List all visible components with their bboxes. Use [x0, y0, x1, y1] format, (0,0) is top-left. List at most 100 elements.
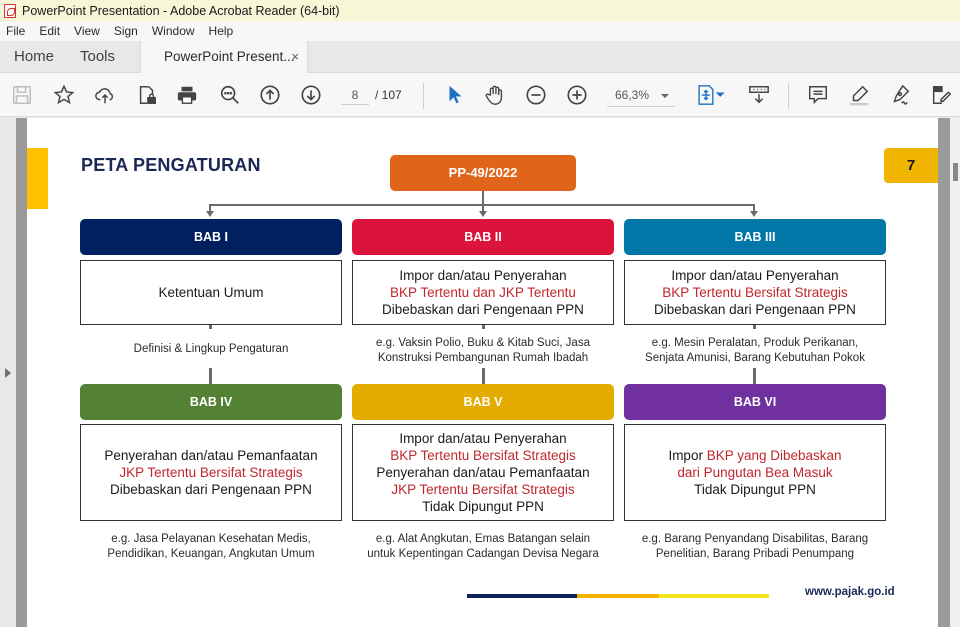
menu-edit[interactable]: Edit — [39, 24, 60, 38]
fill-sign-icon[interactable] — [929, 83, 953, 107]
connector-line — [482, 368, 485, 384]
left-panel-toggle[interactable] — [0, 118, 16, 627]
bab-vi-example: e.g. Barang Penyandang Disabilitas, Bara… — [624, 532, 886, 562]
bab-i-header: BAB I — [80, 219, 342, 255]
pdf-page: PETA PENGATURAN 7 PP-49/2022 BAB I Keten… — [27, 118, 938, 627]
sign-icon[interactable] — [888, 83, 912, 107]
content-line: Dibebaskan dari Pengenaan PPN — [654, 302, 856, 317]
menu-file[interactable]: File — [6, 24, 25, 38]
arrow-down-icon — [206, 211, 214, 217]
content-line: Dibebaskan dari Pengenaan PPN — [382, 302, 584, 317]
zoom-out-icon[interactable] — [524, 83, 548, 107]
bab-i-example: Definisi & Lingkup Pengaturan — [80, 342, 342, 357]
select-cursor-icon[interactable] — [443, 83, 467, 107]
footer-bar-orange — [577, 594, 659, 598]
footer-bar-navy — [467, 594, 577, 598]
save-icon[interactable] — [10, 83, 34, 107]
protect-file-icon[interactable] — [135, 83, 159, 107]
bab-ii-example: e.g. Vaksin Polio, Buku & Kitab Suci, Ja… — [352, 336, 614, 366]
content-text: Impor — [668, 448, 707, 463]
find-zoom-icon[interactable] — [218, 83, 242, 107]
example-line: Definisi & Lingkup Pengaturan — [133, 343, 289, 355]
slide-title: PETA PENGATURAN — [81, 155, 261, 175]
content-line: Tidak Dipungut PPN — [694, 482, 816, 497]
bab-vi-header: BAB VI — [624, 384, 886, 420]
tab-document-label: PowerPoint Present... — [164, 49, 295, 64]
highlighted-line: BKP Tertentu Bersifat Strategis — [662, 285, 848, 300]
page-total: / 107 — [375, 88, 402, 102]
next-page-icon[interactable] — [299, 83, 323, 107]
toolbar: 8 / 107 66,3% — [0, 73, 960, 117]
zoom-level-dropdown[interactable]: 66,3% — [607, 85, 675, 107]
bab-i-content: Ketentuan Umum — [80, 260, 342, 325]
bab-iv-header: BAB IV — [80, 384, 342, 420]
highlighted-line: BKP Tertentu dan JKP Tertentu — [390, 285, 576, 300]
footer-url[interactable]: www.pajak.go.id — [805, 586, 895, 598]
window-title: PowerPoint Presentation - Adobe Acrobat … — [22, 3, 340, 18]
fit-page-icon[interactable] — [694, 83, 728, 107]
content-line: Dibebaskan dari Pengenaan PPN — [110, 482, 312, 497]
highlighted-line: dari Pungutan Bea Masuk — [677, 465, 833, 480]
connector-line — [209, 368, 212, 384]
accent-bar — [27, 148, 48, 209]
highlight-icon[interactable] — [847, 83, 871, 107]
content-line: Impor dan/atau Penyerahan — [671, 268, 839, 283]
bab-v-header: BAB V — [352, 384, 614, 420]
comment-icon[interactable] — [806, 83, 830, 107]
bab-ii-content: Impor dan/atau Penyerahan BKP Tertentu da… — [352, 260, 614, 325]
hand-tool-icon[interactable] — [483, 83, 507, 107]
bab-iii-example: e.g. Mesin Peralatan, Produk Perikanan, S… — [624, 336, 886, 366]
tab-tools[interactable]: Tools — [80, 41, 115, 73]
content-line: Impor dan/atau Penyerahan — [399, 268, 567, 283]
tab-document[interactable]: PowerPoint Present... × — [140, 41, 308, 74]
zoom-level-value: 66,3% — [615, 88, 650, 102]
menu-view[interactable]: View — [74, 24, 100, 38]
scrollbar-thumb[interactable] — [953, 163, 958, 181]
document-viewer: PETA PENGATURAN 7 PP-49/2022 BAB I Keten… — [0, 118, 960, 627]
page-gutter-left — [16, 118, 27, 627]
content-line: Tidak Dipungut PPN — [422, 499, 544, 514]
acrobat-pdf-icon — [4, 3, 16, 18]
content-line: Penyerahan dan/atau Pemanfaatan — [104, 448, 318, 463]
zoom-in-icon[interactable] — [565, 83, 589, 107]
arrow-down-icon — [479, 211, 487, 217]
example-line: Pendidikan, Keuangan, Angkutan Umum — [107, 548, 315, 560]
highlighted-line: JKP Tertentu Bersifat Strategis — [119, 465, 303, 480]
content-line: Impor BKP yang Dibebaskan — [668, 447, 841, 464]
expand-panel-icon[interactable] — [5, 368, 11, 378]
bab-iii-content: Impor dan/atau Penyerahan BKP Tertentu Be… — [624, 260, 886, 325]
toolbar-divider — [423, 83, 424, 109]
highlighted-line: JKP Tertentu Bersifat Strategis — [391, 482, 575, 497]
page-gutter-right — [938, 118, 950, 627]
vertical-scrollbar[interactable] — [950, 118, 960, 627]
example-line: Konstruksi Pembangunan Rumah Ibadah — [377, 352, 589, 364]
bab-v-example: e.g. Alat Angkutan, Emas Batangan selain… — [352, 532, 614, 562]
scrolling-mode-icon[interactable] — [747, 83, 771, 107]
menu-sign[interactable]: Sign — [114, 24, 138, 38]
menu-window[interactable]: Window — [152, 24, 195, 38]
close-tab-icon[interactable]: × — [291, 41, 299, 73]
bab-ii-header: BAB II — [352, 219, 614, 255]
bookmark-star-icon[interactable] — [52, 83, 76, 107]
root-node-pp-49-2022: PP-49/2022 — [390, 155, 576, 191]
footer-bar-yellow — [659, 594, 769, 598]
highlighted-text: BKP yang Dibebaskan — [706, 448, 842, 463]
example-line: e.g. Vaksin Polio, Buku & Kitab Suci, Ja… — [376, 337, 590, 349]
example-line: e.g. Jasa Pelayanan Kesehatan Medis, — [111, 533, 311, 545]
example-line: Penelitian, Barang Pribadi Penumpang — [655, 548, 855, 560]
tab-home[interactable]: Home — [14, 41, 54, 73]
print-icon[interactable] — [175, 83, 199, 107]
tab-bar: Home Tools PowerPoint Present... × — [0, 41, 960, 74]
previous-page-icon[interactable] — [258, 83, 282, 107]
slide-page-number: 7 — [884, 148, 938, 183]
highlighted-line: BKP Tertentu Bersifat Strategis — [390, 448, 576, 463]
arrow-down-icon — [750, 211, 758, 217]
upload-cloud-icon[interactable] — [93, 83, 117, 107]
bab-v-content: Impor dan/atau Penyerahan BKP Tertentu Be… — [352, 424, 614, 521]
bab-vi-content: Impor BKP yang Dibebaskan dari Pungutan B… — [624, 424, 886, 521]
menu-bar: File Edit View Sign Window Help — [0, 21, 960, 41]
menu-help[interactable]: Help — [209, 24, 234, 38]
content-line: Impor dan/atau Penyerahan — [399, 431, 567, 446]
page-number-input[interactable]: 8 — [341, 85, 369, 105]
connector-line — [482, 191, 484, 205]
